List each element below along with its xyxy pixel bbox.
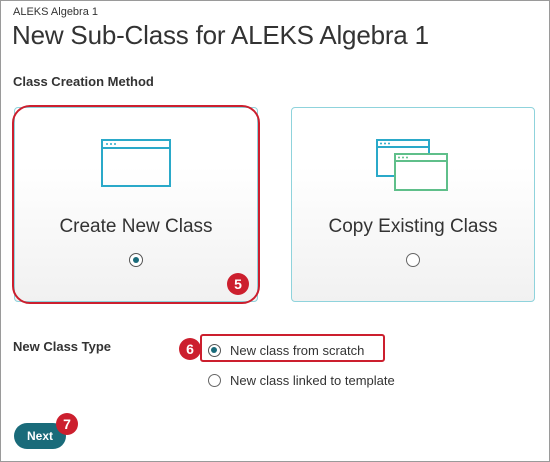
callout-badge-7: 7 <box>56 413 78 435</box>
class-creation-method-label: Class Creation Method <box>13 74 154 89</box>
create-new-class-card[interactable]: Create New Class <box>12 105 260 304</box>
new-class-from-scratch-radio[interactable] <box>208 344 221 357</box>
breadcrumb[interactable]: ALEKS Algebra 1 <box>13 6 98 18</box>
new-class-linked-template-label: New class linked to template <box>230 373 395 388</box>
new-class-type-label: New Class Type <box>13 339 112 354</box>
callout-highlight-create-new <box>12 105 260 304</box>
copy-windows-icon <box>375 138 451 199</box>
page-title: New Sub-Class for ALEKS Algebra 1 <box>12 20 429 50</box>
new-class-from-scratch-label: New class from scratch <box>230 343 365 358</box>
copy-existing-class-card[interactable]: Copy Existing Class <box>291 107 535 302</box>
new-class-linked-template-radio[interactable] <box>208 374 221 387</box>
create-new-class-label: Create New Class <box>59 216 213 237</box>
copy-existing-class-label: Copy Existing Class <box>328 216 498 237</box>
create-new-class-radio[interactable] <box>129 253 143 267</box>
callout-badge-5: 5 <box>227 273 249 295</box>
callout-badge-6: 6 <box>179 338 201 360</box>
browser-window-icon <box>100 138 172 195</box>
copy-existing-class-radio[interactable] <box>406 253 420 267</box>
